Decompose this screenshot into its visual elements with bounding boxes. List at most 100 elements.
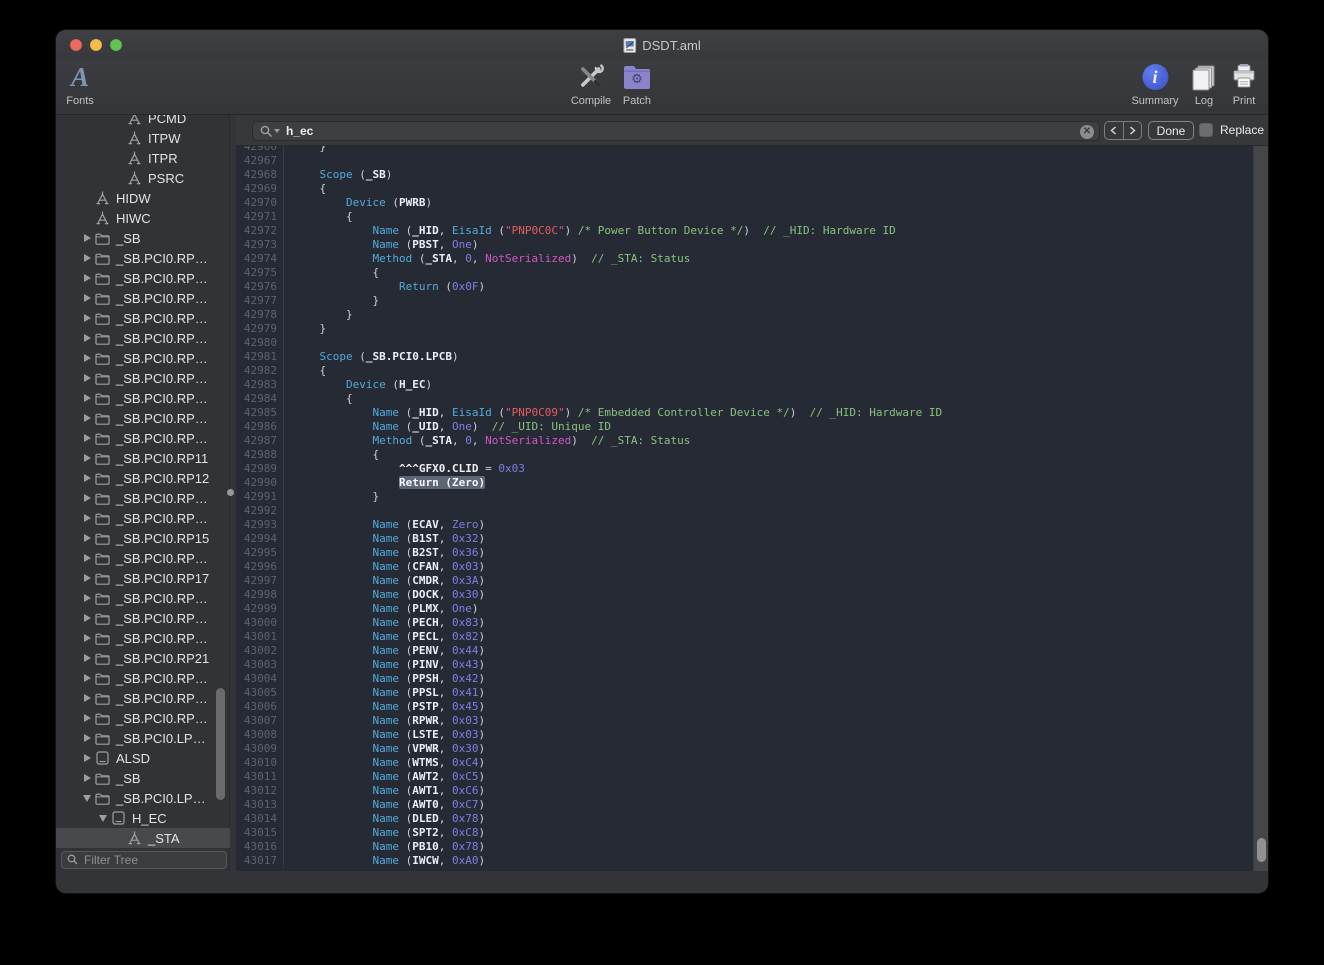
tree-item-hiwc[interactable]: HIWC: [56, 208, 230, 228]
code-line[interactable]: 42985 Name (_HID, EisaId ("PNP0C09") /* …: [236, 406, 1253, 420]
tree-item-_sbpci0rp21[interactable]: _SB.PCI0.RP21: [56, 648, 230, 668]
tree-item-_sbpci0rp[interactable]: _SB.PCI0.RP…: [56, 368, 230, 388]
code-line[interactable]: 43017 Name (IWCW, 0xA0): [236, 854, 1253, 868]
code-line[interactable]: 42990 Return (Zero): [236, 476, 1253, 490]
code-line[interactable]: 43008 Name (LSTE, 0x03): [236, 728, 1253, 742]
disclosure-triangle-icon[interactable]: [80, 591, 94, 605]
disclosure-triangle-icon[interactable]: [80, 411, 94, 425]
editor-scrollbar-thumb[interactable]: [1257, 838, 1266, 862]
code-line[interactable]: 42996 Name (CFAN, 0x03): [236, 560, 1253, 574]
code-line[interactable]: 42980: [236, 336, 1253, 350]
tree-item-_sbpci0rp[interactable]: _SB.PCI0.RP…: [56, 628, 230, 648]
disclosure-triangle-icon[interactable]: [80, 471, 94, 485]
code-line[interactable]: 43011 Name (AWT2, 0xC5): [236, 770, 1253, 784]
disclosure-triangle-icon[interactable]: [80, 291, 94, 305]
disclosure-triangle-icon[interactable]: [80, 571, 94, 585]
disclosure-triangle-icon[interactable]: [80, 771, 94, 785]
disclosure-triangle-icon[interactable]: [80, 371, 94, 385]
disclosure-triangle-icon[interactable]: [80, 791, 94, 805]
pane-splitter-handle[interactable]: [227, 489, 234, 496]
disclosure-triangle-icon[interactable]: [80, 451, 94, 465]
code-line[interactable]: 43015 Name (SPT2, 0xC8): [236, 826, 1253, 840]
code-line[interactable]: 42994 Name (B1ST, 0x32): [236, 532, 1253, 546]
disclosure-triangle-icon[interactable]: [80, 651, 94, 665]
code-line[interactable]: 43002 Name (PENV, 0x44): [236, 644, 1253, 658]
disclosure-triangle-icon[interactable]: [80, 751, 94, 765]
code-line[interactable]: 42978 }: [236, 308, 1253, 322]
tree-item-_sbpci0rp[interactable]: _SB.PCI0.RP…: [56, 248, 230, 268]
code-line[interactable]: 42999 Name (PLMX, One): [236, 602, 1253, 616]
tree-scrollbar-thumb[interactable]: [216, 688, 225, 800]
code-editor[interactable]: 42966 }4296742968 Scope (_SB)42969 {4297…: [236, 146, 1253, 871]
tree-item-_sbpci0rp[interactable]: _SB.PCI0.RP…: [56, 388, 230, 408]
search-icon[interactable]: [260, 125, 273, 138]
tree-item-_sbpci0rp[interactable]: _SB.PCI0.RP…: [56, 408, 230, 428]
code-line[interactable]: 42974 Method (_STA, 0, NotSerialized) //…: [236, 252, 1253, 266]
acpi-tree[interactable]: PCMDITPWITPRPSRCHIDWHIWC_SB_SB.PCI0.RP…_…: [56, 115, 230, 851]
code-line[interactable]: 43004 Name (PPSH, 0x42): [236, 672, 1253, 686]
code-line[interactable]: 42988 {: [236, 448, 1253, 462]
code-line[interactable]: 42995 Name (B2ST, 0x36): [236, 546, 1253, 560]
tree-item-h_ec[interactable]: H_EC: [56, 808, 230, 828]
disclosure-triangle-icon[interactable]: [80, 671, 94, 685]
disclosure-triangle-icon[interactable]: [80, 311, 94, 325]
tree-item-_sbpci0rp[interactable]: _SB.PCI0.RP…: [56, 488, 230, 508]
code-line[interactable]: 42979 }: [236, 322, 1253, 336]
disclosure-triangle-icon[interactable]: [80, 331, 94, 345]
tree-item-_sbpci0rp[interactable]: _SB.PCI0.RP…: [56, 508, 230, 528]
code-line[interactable]: 42992: [236, 504, 1253, 518]
code-line[interactable]: 42991 }: [236, 490, 1253, 504]
code-line[interactable]: 43012 Name (AWT1, 0xC6): [236, 784, 1253, 798]
tree-item-alsd[interactable]: ALSD: [56, 748, 230, 768]
tree-item-_sbpci0rp[interactable]: _SB.PCI0.RP…: [56, 328, 230, 348]
code-line[interactable]: 42983 Device (H_EC): [236, 378, 1253, 392]
code-line[interactable]: 43014 Name (DLED, 0x78): [236, 812, 1253, 826]
code-line[interactable]: 42989 ^^^GFX0.CLID = 0x03: [236, 462, 1253, 476]
close-button[interactable]: [70, 39, 82, 51]
code-line[interactable]: 42971 {: [236, 210, 1253, 224]
tree-item-_sbpci0rp11[interactable]: _SB.PCI0.RP11: [56, 448, 230, 468]
disclosure-triangle-icon[interactable]: [96, 811, 110, 825]
code-line[interactable]: 42975 {: [236, 266, 1253, 280]
code-line[interactable]: 42982 {: [236, 364, 1253, 378]
code-line[interactable]: 42966 }: [236, 146, 1253, 154]
editor-scrollbar[interactable]: [1253, 146, 1268, 871]
tree-item-_sbpci0rp15[interactable]: _SB.PCI0.RP15: [56, 528, 230, 548]
tree-item-_sbpci0lp[interactable]: _SB.PCI0.LP…: [56, 728, 230, 748]
tree-item-_sbpci0rp[interactable]: _SB.PCI0.RP…: [56, 348, 230, 368]
clear-search-button[interactable]: ✕: [1080, 125, 1094, 139]
code-line[interactable]: 42987 Method (_STA, 0, NotSerialized) //…: [236, 434, 1253, 448]
code-line[interactable]: 42981 Scope (_SB.PCI0.LPCB): [236, 350, 1253, 364]
tree-item-_sb[interactable]: _SB: [56, 768, 230, 788]
code-line[interactable]: 42973 Name (PBST, One): [236, 238, 1253, 252]
tree-item-_sbpci0rp[interactable]: _SB.PCI0.RP…: [56, 548, 230, 568]
log-button[interactable]: Log: [1190, 60, 1218, 107]
disclosure-triangle-icon[interactable]: [80, 711, 94, 725]
tree-item-_sbpci0rp[interactable]: _SB.PCI0.RP…: [56, 668, 230, 688]
tree-item-pcmd[interactable]: PCMD: [56, 115, 230, 128]
disclosure-triangle-icon[interactable]: [80, 691, 94, 705]
disclosure-triangle-icon[interactable]: [80, 731, 94, 745]
tree-item-itpw[interactable]: ITPW: [56, 128, 230, 148]
patch-button[interactable]: ⚙ Patch: [622, 60, 652, 107]
code-line[interactable]: 42968 Scope (_SB): [236, 168, 1253, 182]
fonts-button[interactable]: A Fonts: [66, 60, 94, 107]
disclosure-triangle-icon[interactable]: [80, 611, 94, 625]
code-line[interactable]: 43010 Name (WTMS, 0xC4): [236, 756, 1253, 770]
code-line[interactable]: 42998 Name (DOCK, 0x30): [236, 588, 1253, 602]
tree-item-_sbpci0rp[interactable]: _SB.PCI0.RP…: [56, 428, 230, 448]
tree-item-_sta[interactable]: _STA: [56, 828, 230, 848]
disclosure-triangle-icon[interactable]: [80, 431, 94, 445]
tree-item-_sbpci0rp[interactable]: _SB.PCI0.RP…: [56, 608, 230, 628]
summary-button[interactable]: i Summary: [1131, 60, 1178, 107]
tree-item-_sbpci0rp12[interactable]: _SB.PCI0.RP12: [56, 468, 230, 488]
disclosure-triangle-icon[interactable]: [80, 271, 94, 285]
tree-item-_sbpci0rp[interactable]: _SB.PCI0.RP…: [56, 308, 230, 328]
tree-item-_sbpci0rp[interactable]: _SB.PCI0.RP…: [56, 288, 230, 308]
code-line[interactable]: 43016 Name (PB10, 0x78): [236, 840, 1253, 854]
code-line[interactable]: 42993 Name (ECAV, Zero): [236, 518, 1253, 532]
disclosure-triangle-icon[interactable]: [80, 231, 94, 245]
disclosure-triangle-icon[interactable]: [80, 251, 94, 265]
code-line[interactable]: 43003 Name (PINV, 0x43): [236, 658, 1253, 672]
find-input[interactable]: h_ec ✕: [252, 121, 1100, 141]
